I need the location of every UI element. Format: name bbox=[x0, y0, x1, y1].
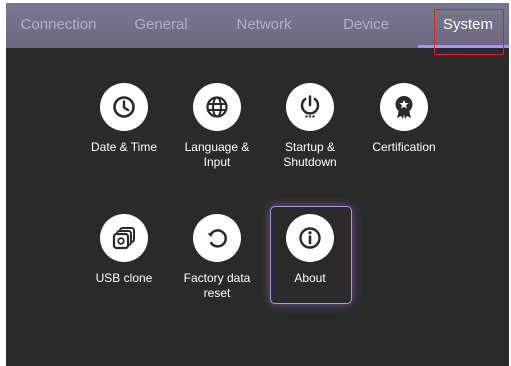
factory-data-reset-label: Factory data reset bbox=[183, 271, 251, 300]
certification-icon-circle bbox=[380, 83, 428, 131]
tab-connection[interactable]: Connection bbox=[6, 3, 111, 48]
usb-clone-label: USB clone bbox=[95, 271, 153, 285]
tab-bar: Connection General Network Device System bbox=[6, 3, 509, 48]
reset-icon bbox=[207, 229, 227, 248]
startup-shutdown-icon-circle bbox=[286, 83, 334, 131]
startup-shutdown-item[interactable]: Startup & Shutdown bbox=[269, 83, 351, 169]
globe-icon bbox=[206, 96, 228, 118]
usb-clone-icon bbox=[112, 227, 135, 250]
language-input-item[interactable]: Language & Input bbox=[176, 83, 258, 169]
active-tab-indicator bbox=[418, 45, 509, 48]
usb-clone-icon-circle bbox=[100, 214, 148, 262]
certification-item[interactable]: Certification bbox=[363, 83, 445, 169]
factory-data-reset-item[interactable]: Factory data reset bbox=[176, 214, 258, 300]
certification-badge-icon bbox=[395, 96, 413, 119]
info-icon bbox=[299, 227, 321, 249]
usb-clone-item[interactable]: USB clone bbox=[83, 214, 165, 300]
language-input-icon-circle bbox=[193, 83, 241, 131]
certification-label: Certification bbox=[372, 140, 436, 154]
factory-data-reset-icon-circle bbox=[193, 214, 241, 262]
language-input-label: Language & Input bbox=[184, 140, 250, 169]
about-label: About bbox=[294, 271, 326, 285]
about-icon-circle bbox=[286, 214, 334, 262]
tab-system[interactable]: System bbox=[430, 3, 506, 48]
settings-screen: Connection General Network Device System… bbox=[6, 3, 509, 366]
startup-shutdown-label: Startup & Shutdown bbox=[283, 140, 337, 169]
tab-device[interactable]: Device bbox=[328, 3, 404, 48]
date-time-label: Date & Time bbox=[90, 140, 158, 154]
date-time-icon-circle bbox=[100, 83, 148, 131]
power-icon bbox=[300, 95, 320, 118]
tab-network[interactable]: Network bbox=[220, 3, 308, 48]
clock-icon bbox=[113, 96, 135, 118]
date-time-item[interactable]: Date & Time bbox=[83, 83, 165, 169]
about-item[interactable]: About bbox=[269, 214, 351, 300]
tab-general[interactable]: General bbox=[119, 3, 203, 48]
